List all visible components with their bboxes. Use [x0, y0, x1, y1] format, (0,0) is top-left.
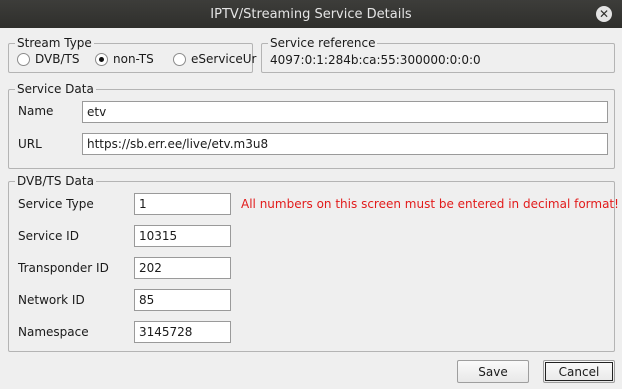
title-bar: IPTV/Streaming Service Details ✕	[0, 0, 622, 28]
radio-dvb-ts-label: DVB/TS	[35, 52, 80, 66]
stream-type-group: Stream Type DVB/TS non-TS eServiceUr	[8, 36, 256, 73]
service-reference-group: Service reference 4097:0:1:284b:ca:55:30…	[261, 36, 615, 73]
radio-non-ts[interactable]: non-TS	[95, 52, 154, 66]
radio-dvb-ts-indicator[interactable]	[17, 52, 30, 66]
service-data-title: Service Data	[15, 82, 96, 96]
namespace-label: Namespace	[18, 325, 89, 339]
service-data-group: Service Data Name etv URL https://sb.err…	[8, 82, 615, 169]
decimal-format-warning: All numbers on this screen must be enter…	[241, 197, 619, 211]
radio-eserviceuri-label: eServiceUr	[191, 52, 257, 66]
dvb-ts-data-group: DVB/TS Data Service Type 1 All numbers o…	[8, 174, 619, 352]
url-label: URL	[18, 137, 42, 151]
namespace-input[interactable]: 3145728	[134, 321, 231, 343]
name-label: Name	[18, 104, 54, 118]
save-button[interactable]: Save	[457, 360, 529, 383]
window-title: IPTV/Streaming Service Details	[210, 6, 412, 22]
radio-eserviceuri-indicator[interactable]	[173, 52, 186, 66]
service-type-label: Service Type	[18, 197, 94, 211]
network-id-input[interactable]: 85	[134, 289, 231, 311]
radio-dvb-ts[interactable]: DVB/TS	[17, 52, 79, 66]
service-reference-title: Service reference	[268, 36, 378, 50]
transponder-id-input[interactable]: 202	[134, 257, 231, 279]
transponder-id-label: Transponder ID	[18, 261, 109, 275]
dvb-ts-data-title: DVB/TS Data	[15, 174, 96, 188]
close-icon[interactable]: ✕	[596, 6, 612, 22]
cancel-button[interactable]: Cancel	[543, 360, 615, 383]
name-input[interactable]: etv	[82, 101, 608, 123]
radio-eserviceuri[interactable]: eServiceUr	[173, 52, 256, 66]
url-input[interactable]: https://sb.err.ee/live/etv.m3u8	[82, 133, 608, 155]
service-id-label: Service ID	[18, 229, 79, 243]
stream-type-title: Stream Type	[15, 36, 94, 50]
network-id-label: Network ID	[18, 293, 85, 307]
dialog-window: IPTV/Streaming Service Details ✕ Stream …	[0, 0, 622, 389]
radio-non-ts-label: non-TS	[113, 52, 154, 66]
service-reference-value: 4097:0:1:284b:ca:55:300000:0:0:0	[270, 53, 481, 67]
radio-non-ts-indicator[interactable]	[95, 52, 108, 66]
service-id-input[interactable]: 10315	[134, 225, 231, 247]
service-type-input[interactable]: 1	[134, 193, 231, 215]
